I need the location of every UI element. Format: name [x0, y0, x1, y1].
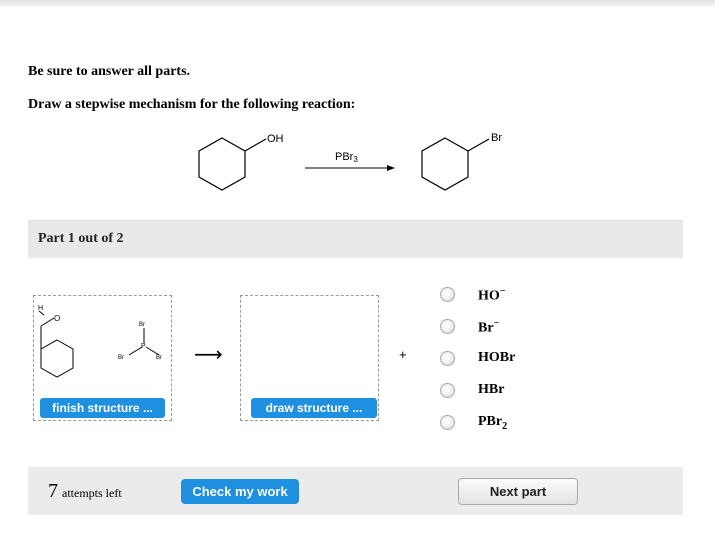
draw-structure-button[interactable]: draw structure ... — [251, 398, 377, 418]
bromine-right-label: Br — [156, 355, 162, 361]
structure-box-reactants[interactable]: H O Br P Br Br finish structure ... — [33, 295, 172, 421]
radio-button[interactable] — [440, 415, 455, 430]
reactant-oh-label: OH — [267, 133, 284, 145]
choice-hydrogen-bromide[interactable]: HBr — [437, 378, 577, 410]
reaction-arrow — [305, 165, 395, 171]
choice-label: PBr2 — [478, 414, 508, 432]
choice-label: HBr — [478, 382, 505, 397]
choice-label: HO− — [478, 286, 506, 304]
instruction-answer-all: Be sure to answer all parts. — [28, 64, 191, 79]
bromine-top-label: Br — [139, 322, 145, 328]
choice-hypobromous-acid[interactable]: HOBr — [437, 346, 577, 378]
top-rule — [0, 0, 715, 7]
byproduct-choices: HO− Br− HOBr HBr PBr2 — [437, 282, 577, 442]
footer-bar: 7 attempts left Check my work Next part — [28, 467, 683, 515]
instruction-draw-mechanism: Draw a stepwise mechanism for the follow… — [28, 97, 356, 112]
radio-button[interactable] — [440, 351, 455, 366]
part-header: Part 1 out of 2 — [28, 220, 683, 258]
starting-structure-drawing: H O Br P Br Br — [38, 305, 162, 378]
mechanism-arrow: ⟶ — [194, 342, 223, 366]
bromine-left-label: Br — [118, 355, 124, 361]
choice-label: Br− — [478, 318, 500, 336]
phosphorus-label: P — [141, 343, 146, 350]
radio-button[interactable] — [440, 319, 455, 334]
product-br-label: Br — [491, 132, 502, 144]
radio-button[interactable] — [440, 383, 455, 398]
choice-label: HOBr — [478, 350, 516, 365]
choice-phosphorus-dibromide[interactable]: PBr2 — [437, 410, 577, 442]
choice-bromide[interactable]: Br− — [437, 314, 577, 346]
attempts-remaining: 7 attempts left — [48, 480, 122, 503]
structure-box-products[interactable]: draw structure ... — [240, 295, 379, 421]
reaction-scheme: OH PBr3 Br — [198, 132, 502, 191]
next-part-button[interactable]: Next part — [458, 478, 578, 505]
hydrogen-label: H — [38, 305, 43, 312]
plus-sign: + — [399, 347, 407, 362]
check-my-work-button[interactable]: Check my work — [181, 479, 299, 504]
attempts-label: attempts left — [62, 486, 122, 500]
attempts-count: 7 — [48, 480, 58, 502]
reagent-label: PBr3 — [335, 151, 358, 164]
reactant-cyclohexanol — [198, 137, 267, 191]
oxygen-label: O — [54, 314, 60, 323]
radio-button[interactable] — [440, 287, 455, 302]
choice-hydroxide[interactable]: HO− — [437, 282, 577, 314]
part-label: Part 1 out of 2 — [38, 231, 124, 246]
finish-structure-button[interactable]: finish structure ... — [40, 398, 165, 418]
product-bromocyclohexane — [421, 137, 490, 191]
